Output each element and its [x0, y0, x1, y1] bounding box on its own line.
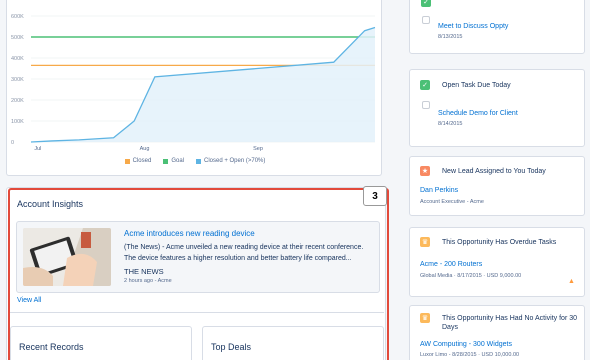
task-checkbox[interactable]	[422, 16, 430, 24]
task-date: 8/13/2015	[438, 34, 463, 40]
legend-swatch	[124, 158, 130, 164]
opportunity-link[interactable]: AW Computing - 300 Widgets	[420, 341, 512, 348]
top-deals-title: Top Deals	[211, 342, 252, 352]
open-task-header: Open Task Due Today	[442, 82, 511, 89]
opportunity-sub: Global Media · 8/17/2015 · USD 9,000.00	[420, 273, 522, 279]
x-tick-label: Aug	[140, 146, 150, 152]
insight-meta: 2 hours ago - Acme	[124, 278, 172, 284]
top-deals-card: Top Deals	[202, 326, 384, 360]
task-link[interactable]: Meet to Discuss Oppty	[438, 23, 508, 30]
y-tick-label: 0	[11, 140, 14, 146]
task-icon: ✓	[420, 80, 430, 90]
lead-sub: Account Executive - Acme	[420, 199, 484, 205]
legend-label: Goal	[171, 158, 184, 164]
legend-item-closed-open: Closed + Open (>70%)	[196, 158, 265, 164]
recent-records-card: Recent Records	[10, 326, 192, 360]
new-lead-header: New Lead Assigned to You Today	[442, 168, 546, 175]
open-task-due-card: ✓ Open Task Due Today Schedule Demo for …	[409, 69, 585, 147]
opportunity-icon: ♛	[420, 313, 430, 323]
task-checkbox[interactable]	[422, 101, 430, 109]
y-tick-label: 100K	[11, 119, 24, 125]
insight-thumbnail	[23, 228, 111, 286]
task-icon: ✓	[421, 0, 431, 7]
insight-source: THE NEWS	[124, 267, 164, 276]
callout-badge: 3	[363, 186, 387, 206]
insight-body: (The News) - Acme unveiled a new reading…	[124, 244, 364, 262]
legend-swatch	[196, 158, 201, 164]
legend-swatch	[163, 158, 169, 164]
no-activity-header: This Opportunity Has Had No Activity for…	[442, 315, 577, 331]
chart-legend: Closed Goal Closed + Open (>70%)	[7, 158, 383, 164]
star-icon: ★	[420, 166, 430, 176]
divider	[10, 312, 384, 313]
lead-link[interactable]: Dan Perkins	[420, 187, 458, 194]
opportunity-link[interactable]: Acme - 200 Routers	[420, 261, 482, 268]
y-tick-label: 500K	[11, 35, 24, 41]
opportunity-sub: Luxor Limo - 8/28/2015 · USD 10,000.00	[420, 352, 520, 358]
legend-item-closed: Closed	[124, 158, 152, 164]
x-tick-label: Jul	[34, 146, 41, 152]
task-date: 8/14/2015	[438, 121, 463, 127]
y-tick-label: 300K	[11, 77, 24, 83]
legend-item-goal: Goal	[163, 158, 184, 164]
series-area	[31, 27, 375, 142]
account-insights-title: Account Insights	[17, 199, 84, 209]
performance-chart: 0 100K 200K 300K 400K 500K 600K Jul Aug Sep	[11, 14, 376, 152]
x-tick-label: Sep	[253, 146, 263, 152]
y-tick-label: 600K	[11, 14, 24, 20]
recent-records-title: Recent Records	[19, 342, 84, 352]
y-tick-label: 400K	[11, 56, 24, 62]
no-activity-card: ♛ This Opportunity Has Had No Activity f…	[409, 305, 585, 360]
insight-headline-link[interactable]: Acme introduces new reading device	[124, 229, 255, 238]
overdue-tasks-card: ♛ This Opportunity Has Overdue Tasks Acm…	[409, 227, 585, 297]
opportunity-icon: ♛	[420, 237, 430, 247]
performance-chart-card: 0 100K 200K 300K 400K 500K 600K Jul Aug Sep Close…	[6, 0, 382, 176]
legend-label: Closed + Open (>70%)	[204, 158, 266, 164]
y-tick-label: 200K	[11, 98, 24, 104]
task-link[interactable]: Schedule Demo for Client	[438, 110, 518, 117]
insight-item[interactable]: Acme introduces new reading device (The …	[16, 221, 380, 293]
overdue-header: This Opportunity Has Overdue Tasks	[442, 239, 557, 246]
reading-device-image	[23, 228, 111, 286]
new-lead-card: ★ New Lead Assigned to You Today Dan Per…	[409, 156, 585, 216]
warning-icon: ▲	[568, 278, 575, 285]
view-all-link[interactable]: View All	[17, 297, 41, 304]
task-card-1: ✓ Meet to Discuss Oppty 8/13/2015	[409, 0, 585, 54]
legend-label: Closed	[132, 158, 152, 164]
